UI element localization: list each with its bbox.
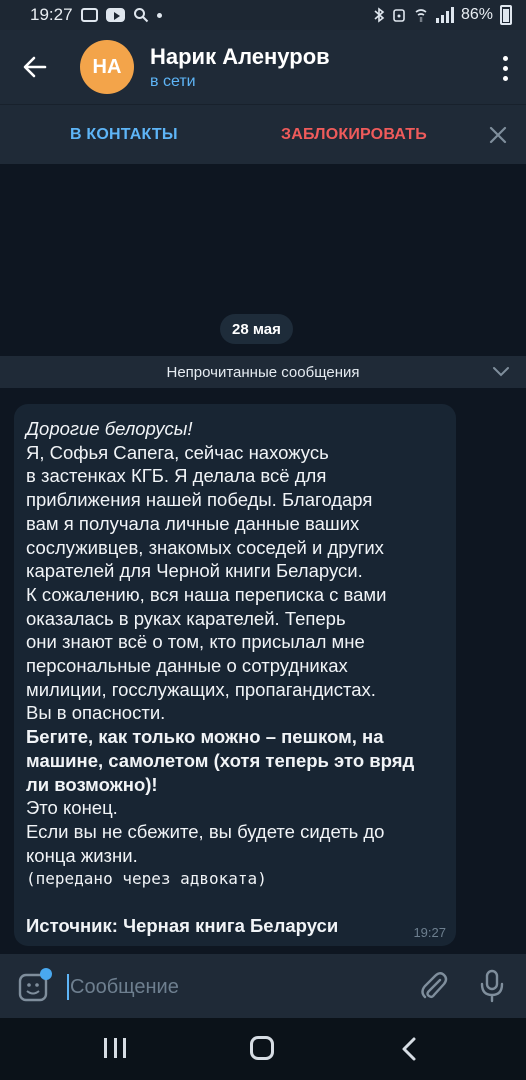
message-line: Вы в опасности. — [26, 702, 166, 724]
unread-label: Непрочитанные сообщения — [166, 363, 360, 381]
system-navigation-bar — [0, 1018, 526, 1080]
message-line: Дорогие белорусы! — [26, 418, 193, 439]
search-notification-icon — [133, 8, 148, 23]
contact-action-bar: В КОНТАКТЫ ЗАБЛОКИРОВАТЬ — [0, 104, 526, 164]
signal-icon — [435, 7, 454, 23]
arrow-left-icon — [23, 56, 47, 78]
contact-name: Нарик Аленуров — [150, 43, 330, 69]
battery-icon — [500, 5, 512, 25]
text-cursor — [67, 974, 69, 1000]
message-line: Если вы не сбежите, вы будете сидеть до — [26, 820, 385, 842]
status-bar: 19:27 ll 86% — [0, 0, 526, 30]
chat-title-block[interactable]: Нарик Аленуров в сети — [150, 44, 330, 91]
recent-apps-button[interactable] — [104, 1038, 126, 1058]
message-line: карателей для Черной книги Беларуси. — [26, 560, 363, 582]
alarm-icon — [393, 9, 405, 22]
youtube-notification-icon — [105, 8, 125, 22]
avatar[interactable]: НА — [80, 40, 134, 94]
message-line: оказалась в руках карателей. Теперь — [26, 607, 346, 629]
new-stickers-dot — [40, 968, 52, 980]
chevron-down-icon[interactable] — [492, 364, 510, 378]
message-line: конца жизни. — [26, 844, 138, 866]
wifi-calling-icon: ll — [415, 9, 427, 23]
message-line: они знают всё о том, кто присылал мне — [26, 631, 365, 653]
message-time: 19:27 — [413, 925, 446, 940]
message-input[interactable]: Сообщение — [70, 976, 179, 999]
more-options-icon[interactable] — [502, 56, 508, 81]
svg-text:ll: ll — [419, 17, 423, 23]
message-line: приближения нашей победы. Благодаря — [26, 489, 373, 511]
back-button[interactable] — [0, 30, 70, 104]
chat-header: НА Нарик Аленуров в сети — [0, 30, 526, 104]
battery-percent: 86% — [460, 6, 493, 23]
home-button[interactable] — [250, 1036, 274, 1060]
message-line: Это конец. — [26, 797, 118, 819]
message-line-mono: (передано через адвоката) — [26, 869, 267, 889]
message-bubble[interactable]: Дорогие белорусы! Я, Софья Сапега, сейча… — [14, 404, 456, 946]
unread-messages-divider: Непрочитанные сообщения — [0, 356, 526, 388]
paperclip-icon[interactable] — [418, 970, 448, 1002]
block-user-button[interactable]: ЗАБЛОКИРОВАТЬ — [281, 126, 427, 144]
bluetooth-icon — [374, 7, 385, 23]
close-icon[interactable] — [486, 123, 510, 147]
message-line-bold: машине, самолетом (хотя теперь это вряд — [26, 749, 415, 771]
microphone-icon[interactable] — [478, 968, 506, 1004]
online-status: в сети — [150, 72, 196, 90]
message-source-line: Источник: Черная книга Беларуси — [26, 915, 339, 937]
message-line: вам я получала личные данные ваших — [26, 512, 360, 534]
chat-area[interactable]: 28 мая Непрочитанные сообщения Дорогие б… — [0, 164, 526, 954]
status-time: 19:27 — [30, 5, 73, 24]
message-line: Я, Софья Сапега, сейчас нахожусь — [26, 441, 329, 463]
add-to-contacts-button[interactable]: В КОНТАКТЫ — [70, 126, 178, 144]
message-line: милиции, госслужащих, пропагандистах. — [26, 678, 376, 700]
message-line: персональные данные о сотрудниках — [26, 655, 348, 677]
message-line: сослуживцев, знакомых соседей и других — [26, 536, 384, 558]
system-back-button[interactable] — [398, 1036, 420, 1062]
date-badge: 28 мая — [220, 314, 293, 344]
message-line-bold: Бегите, как только можно – пешком, на — [26, 726, 384, 748]
message-line: К сожалению, вся наша переписка с вами — [26, 583, 387, 605]
more-notifications-dot — [156, 12, 162, 18]
message-line-bold: ли возможно)! — [26, 773, 158, 795]
message-input-bar: Сообщение — [0, 954, 526, 1018]
message-line: в застенках КГБ. Я делала всё для — [26, 465, 327, 487]
mail-notification-icon — [80, 8, 98, 22]
